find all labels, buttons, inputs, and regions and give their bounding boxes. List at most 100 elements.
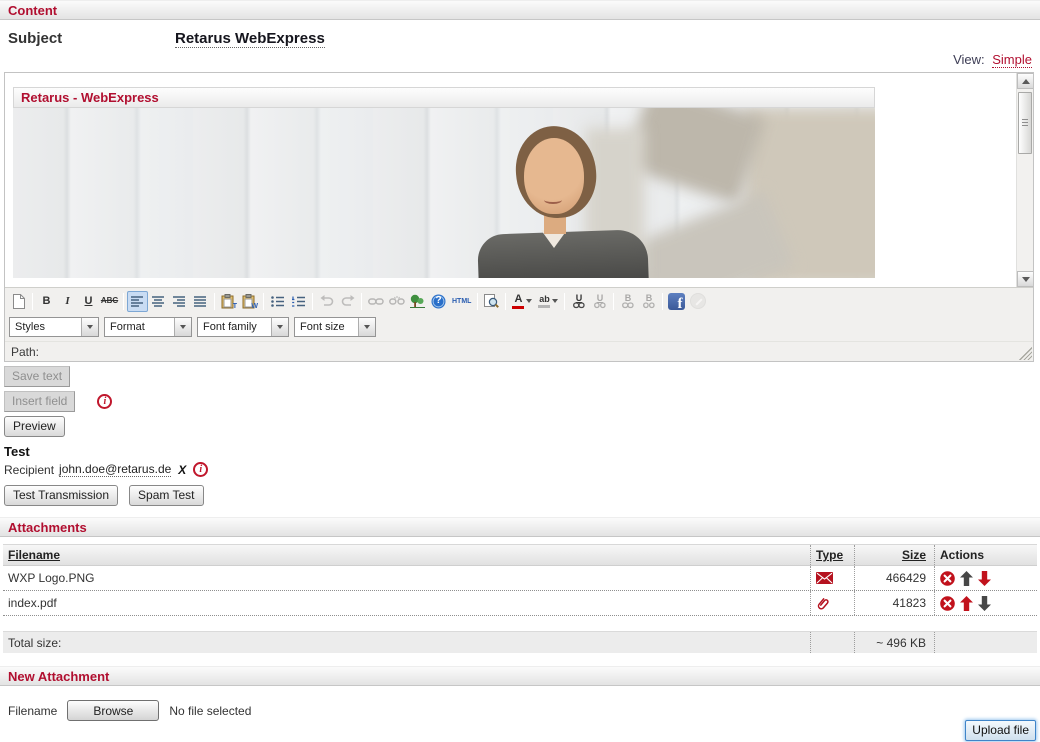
align-right-icon[interactable] [169, 291, 190, 312]
format-select[interactable]: Format [104, 317, 192, 337]
italic-icon[interactable]: I [57, 291, 78, 312]
total-size-value: ~ 496 KB [854, 632, 934, 653]
upload-file-button[interactable]: Upload file [965, 720, 1036, 741]
scrollbar-thumb[interactable] [1018, 92, 1032, 154]
chevron-down-icon[interactable] [552, 299, 558, 303]
paste-from-word-icon[interactable]: W [239, 291, 260, 312]
banner-header-bar: Retarus - WebExpress [13, 87, 875, 108]
attachment-size: 466429 [854, 566, 934, 590]
bold-icon[interactable]: B [36, 291, 57, 312]
attachment-size: 41823 [854, 591, 934, 615]
total-size-row: Total size: ~ 496 KB [3, 631, 1037, 653]
align-left-icon[interactable] [127, 291, 148, 312]
sort-type-header[interactable]: Type [816, 548, 843, 562]
recipient-email-editable[interactable]: john.doe@retarus.de [59, 462, 171, 477]
browse-button[interactable]: Browse [67, 700, 159, 721]
move-down-icon[interactable] [978, 571, 991, 586]
font-family-select[interactable]: Font family [197, 317, 289, 337]
view-switch-row: View: Simple [0, 52, 1040, 70]
sort-filename-header[interactable]: Filename [8, 548, 60, 562]
chevron-down-icon[interactable] [526, 299, 532, 303]
chevron-down-icon[interactable] [271, 318, 288, 336]
chevron-down-icon[interactable] [174, 318, 191, 336]
editor-scrollbar[interactable] [1016, 73, 1033, 287]
editor-content-area[interactable]: Retarus - WebExpress [5, 73, 1033, 287]
content-section-header: Content [0, 0, 1040, 20]
chevron-down-icon[interactable] [81, 318, 98, 336]
unlink-icon[interactable] [386, 291, 407, 312]
unlink-u-icon[interactable]: U [589, 291, 610, 312]
link-b-icon[interactable]: B [617, 291, 638, 312]
scroll-down-icon[interactable] [1017, 271, 1033, 287]
delete-icon[interactable] [940, 596, 955, 611]
resize-handle-icon[interactable] [1019, 347, 1032, 360]
move-down-icon[interactable] [978, 596, 991, 611]
highlight-color-icon[interactable]: ab [535, 291, 561, 312]
content-section-title: Content [8, 3, 57, 18]
font-color-icon[interactable]: A [509, 291, 535, 312]
attachments-section: Attachments Filename Type Size Actions W… [0, 517, 1040, 653]
insert-image-icon[interactable] [407, 291, 428, 312]
remove-recipient-icon[interactable]: X [178, 463, 186, 477]
numbered-list-icon[interactable] [288, 291, 309, 312]
attachments-table-header: Filename Type Size Actions [3, 544, 1037, 566]
paste-as-text-icon[interactable]: T [218, 291, 239, 312]
banner-photo-woman [544, 196, 562, 204]
new-attachment-section-title: New Attachment [8, 669, 109, 684]
test-heading: Test [4, 444, 1040, 459]
font-size-select[interactable]: Font size [294, 317, 376, 337]
chevron-down-icon[interactable] [358, 318, 375, 336]
paperclip-icon [813, 593, 833, 613]
spam-test-button[interactable]: Spam Test [129, 485, 203, 506]
no-file-selected-text: No file selected [169, 704, 251, 718]
info-icon[interactable]: i [193, 462, 208, 477]
editor-format-selects: Styles Format Font family Font size [5, 314, 1033, 341]
rich-text-editor: Retarus - WebExpress [4, 72, 1034, 362]
facebook-icon[interactable]: f [666, 291, 687, 312]
email-banner: Retarus - WebExpress [13, 87, 875, 278]
sort-size-header[interactable]: Size [902, 548, 926, 562]
subject-value-editable[interactable]: Retarus WebExpress [175, 30, 325, 48]
webexpress-content-page: Content Subject Retarus WebExpress View:… [0, 0, 1040, 742]
unlink-b-icon[interactable]: B [638, 291, 659, 312]
insert-field-row: Insert field i [4, 391, 1040, 412]
empty-table-row [3, 616, 1037, 631]
disabled-pencil-icon[interactable] [687, 291, 708, 312]
align-justify-icon[interactable] [190, 291, 211, 312]
banner-title: Retarus - WebExpress [21, 90, 159, 105]
new-attachment-section-header: New Attachment [0, 666, 1040, 686]
move-up-icon[interactable] [960, 596, 973, 611]
scroll-up-icon[interactable] [1017, 73, 1033, 89]
attachments-section-header: Attachments [0, 517, 1040, 537]
html-source-icon[interactable]: HTML [449, 291, 474, 312]
new-attachment-row: Filename Browse No file selected [8, 700, 1040, 721]
move-up-icon[interactable] [960, 571, 973, 586]
align-center-icon[interactable] [148, 291, 169, 312]
table-row: index.pdf 41823 [3, 591, 1037, 616]
styles-select[interactable]: Styles [9, 317, 99, 337]
info-icon[interactable]: i [97, 394, 112, 409]
new-attachment-section: New Attachment Filename Browse No file s… [0, 666, 1040, 721]
underline-icon[interactable]: U [78, 291, 99, 312]
save-text-button[interactable]: Save text [4, 366, 70, 387]
bullet-list-icon[interactable] [267, 291, 288, 312]
link-u-icon[interactable]: U [568, 291, 589, 312]
redo-icon[interactable] [337, 291, 358, 312]
preview-button[interactable]: Preview [4, 416, 65, 437]
delete-icon[interactable] [940, 571, 955, 586]
attachment-filename: index.pdf [3, 596, 810, 610]
help-icon[interactable]: ? [428, 291, 449, 312]
attachments-section-title: Attachments [8, 520, 87, 535]
recipient-label: Recipient [4, 463, 54, 477]
view-simple-link[interactable]: Simple [992, 52, 1032, 68]
test-transmission-button[interactable]: Test Transmission [4, 485, 118, 506]
link-icon[interactable] [365, 291, 386, 312]
strikethrough-icon[interactable]: ABC [99, 291, 120, 312]
preview-icon[interactable] [481, 291, 502, 312]
banner-photo [13, 108, 875, 278]
subject-label: Subject [8, 30, 175, 47]
new-document-icon[interactable] [8, 291, 29, 312]
filename-label: Filename [8, 704, 57, 718]
insert-field-button[interactable]: Insert field [4, 391, 75, 412]
undo-icon[interactable] [316, 291, 337, 312]
